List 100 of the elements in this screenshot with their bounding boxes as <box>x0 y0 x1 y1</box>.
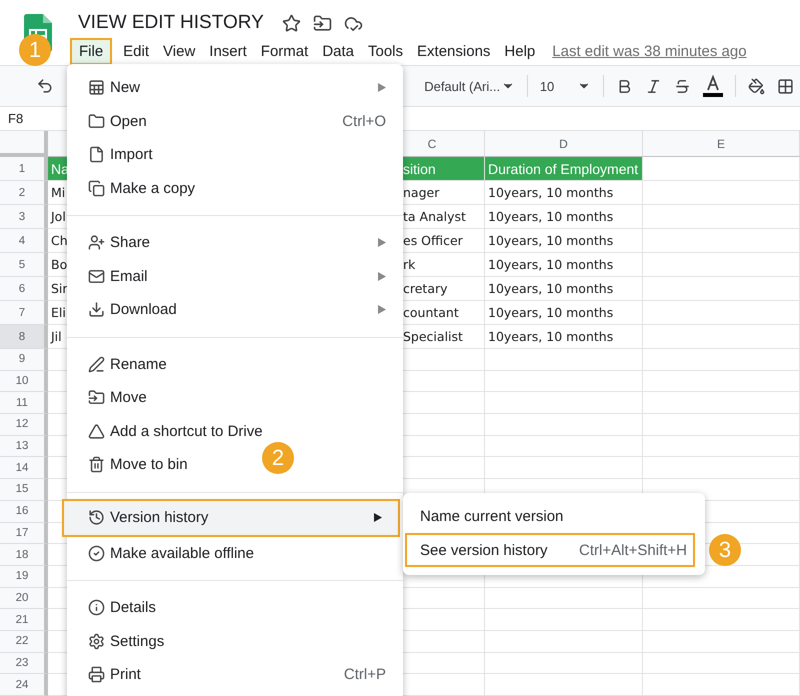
table-cell[interactable] <box>485 630 643 653</box>
folder-icon <box>88 112 105 130</box>
table-cell[interactable] <box>485 588 643 610</box>
table-cell[interactable]: 10years, 10 months <box>485 253 643 277</box>
table-cell[interactable] <box>643 205 800 229</box>
download-icon <box>88 301 105 318</box>
pen-icon <box>88 356 105 373</box>
table-cell[interactable]: 10years, 10 months <box>485 181 643 205</box>
table-cell[interactable] <box>485 392 643 414</box>
row-number[interactable]: 18 <box>0 544 48 566</box>
table-cell[interactable] <box>643 229 800 253</box>
row-number[interactable]: 10 <box>0 370 48 392</box>
table-cell[interactable] <box>643 414 800 436</box>
document-title[interactable]: VIEW EDIT HISTORY <box>78 12 264 34</box>
row-number[interactable]: 3 <box>0 205 48 229</box>
font-select[interactable]: Default (Ari... <box>418 78 521 94</box>
menu-option[interactable]: Make a copy <box>67 172 212 205</box>
table-cell[interactable] <box>485 652 643 674</box>
row-number[interactable]: 14 <box>0 457 48 480</box>
table-cell[interactable] <box>643 325 800 349</box>
table-cell[interactable] <box>643 157 800 181</box>
table-cell[interactable] <box>643 674 800 696</box>
row-number[interactable]: 21 <box>0 609 48 631</box>
font-size-select[interactable]: 10 <box>534 78 598 94</box>
column-header[interactable]: D <box>485 131 643 157</box>
shortcut-text: Ctrl+O <box>342 112 386 130</box>
table-cell[interactable]: 10years, 10 months <box>485 301 643 325</box>
info-icon <box>88 599 105 616</box>
menu-option[interactable]: Version history <box>62 498 400 536</box>
row-number[interactable]: 1 <box>0 157 48 181</box>
check-circle-icon <box>88 544 105 562</box>
table-cell[interactable] <box>643 370 800 392</box>
corner-cell[interactable] <box>0 131 48 157</box>
table-cell[interactable] <box>485 457 643 480</box>
row-number[interactable]: 5 <box>0 253 48 277</box>
last-edit-link[interactable]: Last edit was 38 minutes ago <box>552 43 747 60</box>
column-header[interactable]: E <box>643 131 800 157</box>
mail-icon <box>88 268 105 285</box>
row-number[interactable]: 8 <box>0 325 48 349</box>
menu-option[interactable]: See version history Ctrl+Alt+Shift+H <box>405 533 695 567</box>
row-number[interactable]: 17 <box>0 522 48 544</box>
table-cell[interactable] <box>643 609 800 631</box>
star-icon[interactable] <box>282 14 301 32</box>
triangle-icon <box>88 422 105 440</box>
step-badge: 1 <box>19 34 51 66</box>
table-cell[interactable] <box>485 370 643 392</box>
table-cell[interactable] <box>643 253 800 277</box>
printer-icon <box>88 666 105 684</box>
table-cell[interactable]: 10years, 10 months <box>485 229 643 253</box>
table-cell[interactable] <box>485 436 643 458</box>
copy-icon <box>88 180 105 197</box>
menu-option[interactable]: Make available offline <box>67 536 271 570</box>
menu-option[interactable]: Name current version <box>405 499 695 533</box>
table-cell[interactable] <box>485 349 643 371</box>
row-number[interactable]: 13 <box>0 436 48 458</box>
table-cell[interactable] <box>643 652 800 674</box>
table-cell[interactable] <box>643 181 800 205</box>
row-number[interactable]: 9 <box>0 349 48 371</box>
table-cell[interactable]: 10years, 10 months <box>485 325 643 349</box>
row-number[interactable]: 23 <box>0 652 48 674</box>
table-cell[interactable] <box>485 609 643 631</box>
menu-item[interactable]: File <box>70 38 112 65</box>
table-cell[interactable] <box>485 674 643 696</box>
table-cell[interactable]: 10years, 10 months <box>485 277 643 301</box>
row-number[interactable]: 19 <box>0 566 48 588</box>
row-number[interactable]: 24 <box>0 674 48 696</box>
history-icon <box>88 509 105 526</box>
file-icon <box>88 146 105 164</box>
table-cell[interactable] <box>643 301 800 325</box>
table-cell[interactable] <box>643 349 800 371</box>
row-number[interactable]: 7 <box>0 301 48 325</box>
name-box[interactable]: F8 <box>8 111 24 126</box>
table-cell[interactable] <box>643 277 800 301</box>
menu-option[interactable]: Import <box>67 138 170 172</box>
row-number[interactable]: 11 <box>0 392 48 414</box>
menu-option[interactable]: Move <box>67 381 164 414</box>
row-number[interactable]: 6 <box>0 277 48 301</box>
table-cell[interactable] <box>643 436 800 458</box>
menu-option[interactable]: Move to bin <box>67 448 205 482</box>
trash-icon <box>88 456 105 474</box>
menu-option[interactable]: New <box>67 71 403 104</box>
menu-option[interactable]: Rename <box>67 348 184 381</box>
table-cell[interactable] <box>643 588 800 610</box>
table-cell[interactable]: 10years, 10 months <box>485 205 643 229</box>
row-number[interactable]: 2 <box>0 181 48 205</box>
menu-option[interactable]: Print Ctrl+P <box>67 658 403 692</box>
table-cell[interactable] <box>485 414 643 436</box>
table-cell[interactable] <box>643 392 800 414</box>
menu-option[interactable]: Settings <box>67 624 182 658</box>
row-number[interactable]: 15 <box>0 479 48 501</box>
row-number[interactable]: 22 <box>0 630 48 653</box>
menu-option[interactable]: Details <box>67 591 173 624</box>
table-cell[interactable] <box>643 457 800 480</box>
undo-icon[interactable] <box>36 77 54 96</box>
row-number[interactable]: 20 <box>0 588 48 610</box>
table-cell[interactable] <box>643 630 800 653</box>
row-number[interactable]: 12 <box>0 414 48 436</box>
folder-arrow-icon[interactable] <box>312 14 332 32</box>
row-number[interactable]: 16 <box>0 500 48 522</box>
row-number[interactable]: 4 <box>0 229 48 253</box>
